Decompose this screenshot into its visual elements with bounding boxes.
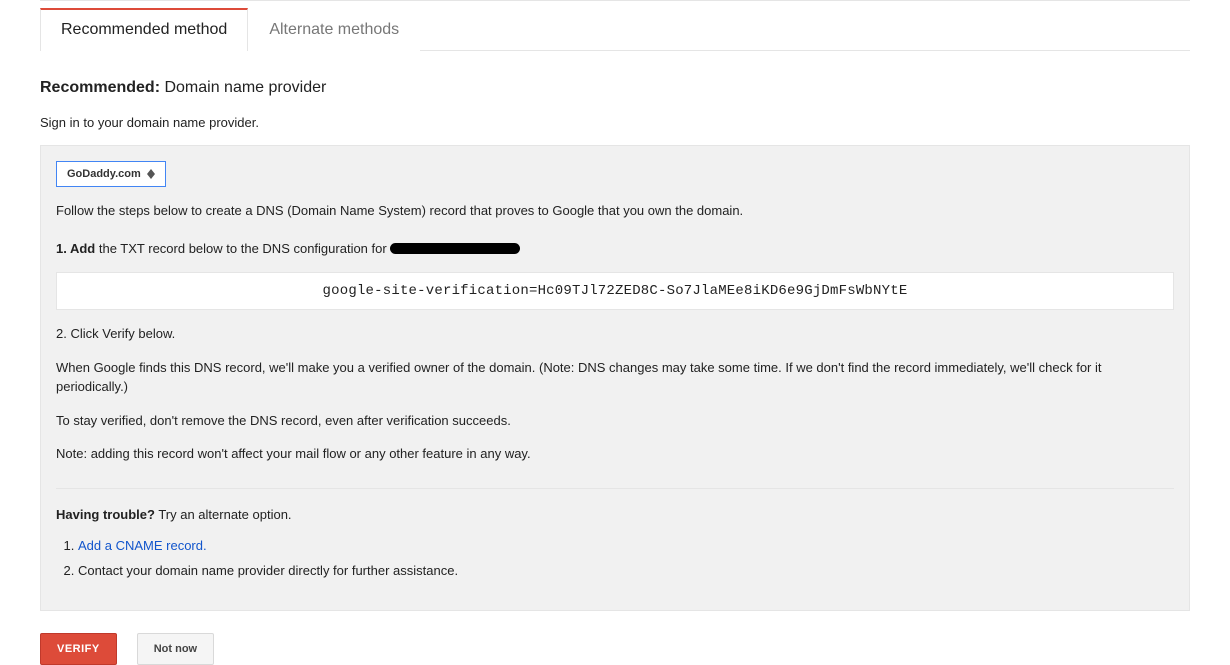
divider [56,488,1174,489]
note-label: Note: [56,446,87,461]
step-2-post: below. [135,326,175,341]
trouble-item-2: Contact your domain name provider direct… [78,563,1174,578]
instructions-panel: GoDaddy.com Follow the steps below to cr… [40,145,1190,611]
note-mail-text: adding this record won't affect your mai… [87,446,531,461]
step-2: 2. Click Verify below. [56,324,1174,344]
sort-icon [147,169,155,179]
step-2-pre: 2. Click [56,326,102,341]
action-bar: VERIFY Not now [40,633,1190,665]
page-title-rest: Domain name provider [160,79,326,96]
follow-steps-text: Follow the steps below to create a DNS (… [56,201,1174,221]
txt-record-value[interactable]: google-site-verification=Hc09TJl72ZED8C-… [56,272,1174,310]
step-2-bold: Verify [102,326,135,341]
redacted-domain [390,243,520,254]
step-1-bold: 1. Add [56,241,95,256]
step-1: 1. Add the TXT record below to the DNS c… [56,239,1174,259]
trouble-list: Add a CNAME record. Contact your domain … [56,538,1174,578]
add-cname-link[interactable]: Add a CNAME record. [78,538,207,553]
trouble-item-1: Add a CNAME record. [78,538,1174,553]
trouble-rest: Try an alternate option. [155,507,292,522]
note-mail: Note: adding this record won't affect yo… [56,444,1174,464]
not-now-button[interactable]: Not now [137,633,214,665]
page-title: Recommended: Domain name provider [40,79,1190,97]
step-1-text: the TXT record below to the DNS configur… [95,241,390,256]
signin-prompt: Sign in to your domain name provider. [40,115,1190,130]
provider-select[interactable]: GoDaddy.com [56,161,166,187]
tabs-bar: Recommended method Alternate methods [40,7,1190,51]
note-stay: To stay verified, don't remove the DNS r… [56,411,1174,431]
note-find: When Google finds this DNS record, we'll… [56,358,1174,397]
tab-recommended[interactable]: Recommended method [40,8,248,51]
tab-alternate[interactable]: Alternate methods [248,8,420,51]
provider-selected-value: GoDaddy.com [67,168,141,180]
trouble-heading: Having trouble? Try an alternate option. [56,505,1174,525]
verify-button[interactable]: VERIFY [40,633,117,665]
trouble-bold: Having trouble? [56,507,155,522]
page-title-bold: Recommended: [40,79,160,96]
